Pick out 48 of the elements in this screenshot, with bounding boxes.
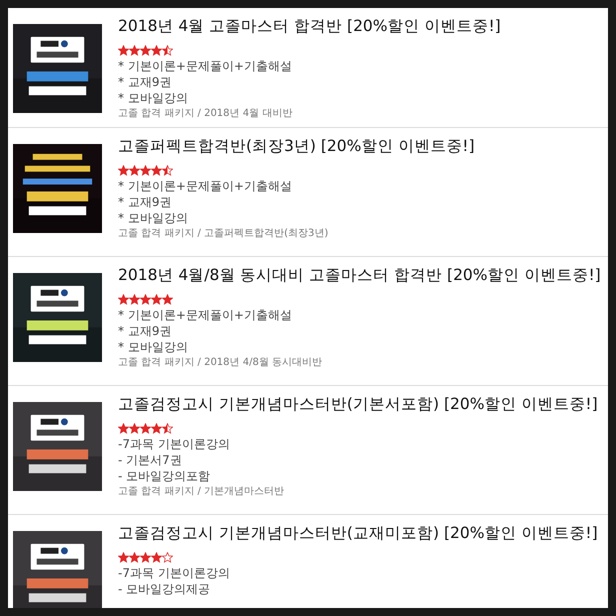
feature-text: * 모바일강의 bbox=[118, 210, 189, 226]
star-icon bbox=[162, 45, 173, 56]
star-icon bbox=[129, 552, 140, 563]
star-icon bbox=[162, 294, 173, 305]
star-icon bbox=[129, 423, 140, 434]
feature-text: - 기본서7권 bbox=[118, 452, 183, 468]
feature-text: - 모바일강의포함 bbox=[118, 468, 212, 484]
feature-text: * 교재9권 bbox=[118, 323, 172, 339]
star-icon bbox=[162, 165, 173, 176]
feature-text: - 모바일강의제공 bbox=[118, 581, 212, 597]
star-icon bbox=[118, 552, 129, 563]
star-icon bbox=[151, 423, 162, 434]
category-path: 고졸 합격 패키지 / 고졸퍼펙트합격반(최장3년) bbox=[118, 227, 330, 241]
star-icon bbox=[129, 294, 140, 305]
feature-text: * 기본이론+문제풀이+기출해설 bbox=[118, 307, 293, 323]
star-icon bbox=[129, 45, 140, 56]
star-icon bbox=[140, 165, 151, 176]
star-icon bbox=[118, 423, 129, 434]
feature-text: * 모바일강의 bbox=[118, 90, 189, 106]
category-path: 고졸 합격 패키지 / 2018년 4월 대비반 bbox=[118, 107, 294, 121]
category-path: 고졸 합격 패키지 / 2018년 4/8월 동시대비반 bbox=[118, 356, 323, 370]
product-title[interactable]: 2018년 4월/8월 동시대비 고졸마스터 합격반 [20%할인 이벤트중!] bbox=[118, 265, 601, 285]
feature-text: * 교재9권 bbox=[118, 74, 172, 90]
product-title[interactable]: 2018년 4월 고졸마스터 합격반 [20%할인 이벤트중!] bbox=[118, 16, 501, 36]
star-icon bbox=[162, 552, 173, 563]
star-icon bbox=[151, 552, 162, 563]
category-path: 고졸 합격 패키지 / 기본개념마스터반 bbox=[118, 485, 286, 499]
product-title[interactable]: 고졸검정고시 기본개념마스터반(기본서포함) [20%할인 이벤트중!] bbox=[118, 394, 598, 414]
product-title[interactable]: 고졸퍼펙트합격반(최장3년) [20%할인 이벤트중!] bbox=[118, 136, 475, 156]
star-icon bbox=[140, 294, 151, 305]
product-title[interactable]: 고졸검정고시 기본개념마스터반(교재미포함) [20%할인 이벤트중!] bbox=[118, 523, 598, 543]
star-icon bbox=[118, 165, 129, 176]
star-icon bbox=[140, 552, 151, 563]
star-icon bbox=[118, 45, 129, 56]
feature-text: * 기본이론+문제풀이+기출해설 bbox=[118, 178, 293, 194]
star-icon bbox=[129, 165, 140, 176]
star-icon bbox=[151, 45, 162, 56]
star-icon bbox=[151, 165, 162, 176]
feature-text: -7과목 기본이론강의 bbox=[118, 436, 231, 452]
star-icon bbox=[151, 294, 162, 305]
feature-text: * 모바일강의 bbox=[118, 339, 189, 355]
feature-text: * 기본이론+문제풀이+기출해설 bbox=[118, 58, 293, 74]
star-icon bbox=[140, 45, 151, 56]
feature-text: -7과목 기본이론강의 bbox=[118, 565, 231, 581]
star-icon bbox=[118, 294, 129, 305]
feature-text: * 교재9권 bbox=[118, 194, 172, 210]
star-icon bbox=[140, 423, 151, 434]
star-icon bbox=[162, 423, 173, 434]
